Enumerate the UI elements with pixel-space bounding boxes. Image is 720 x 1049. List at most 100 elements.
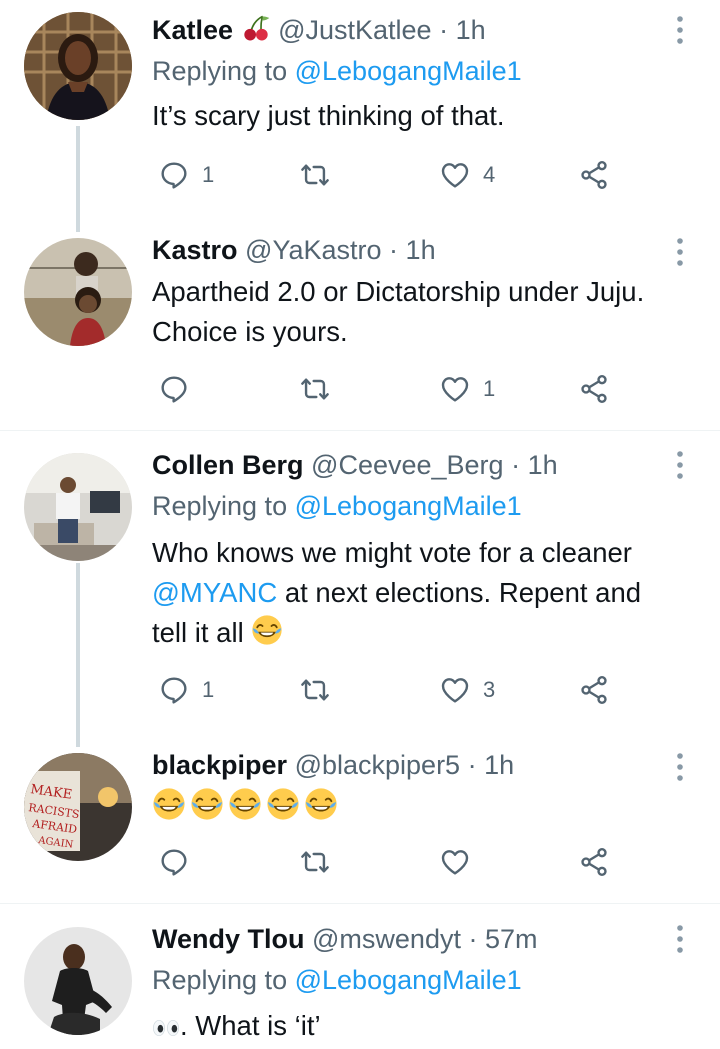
more-icon[interactable]	[664, 921, 696, 957]
separator-dot: ·	[468, 924, 478, 954]
reply-button[interactable]: 1	[158, 155, 214, 195]
tweet-text: Who knows we might vote for a cleaner @M…	[152, 533, 641, 653]
tweet-text-line: Apartheid 2.0 or Dictatorship under Juju…	[152, 276, 645, 307]
more-icon[interactable]	[664, 447, 696, 483]
laughing-emoji	[266, 787, 300, 821]
display-name[interactable]: Collen Berg	[152, 450, 304, 480]
share-icon	[578, 846, 610, 878]
tweet-text-line: tell it all	[152, 613, 641, 653]
replying-to: Replying to @LebogangMaile1	[152, 962, 522, 998]
laughing-emoji	[190, 787, 224, 821]
mention-link[interactable]: @MYANC	[152, 577, 277, 608]
laughing-emoji	[304, 787, 338, 821]
laughing-emoji	[152, 787, 186, 821]
like-button[interactable]: 4	[439, 155, 495, 195]
mention-link[interactable]: @LebogangMaile1	[295, 56, 522, 86]
like-icon	[439, 846, 471, 878]
retweet-button[interactable]	[299, 155, 331, 195]
like-button[interactable]: 3	[439, 670, 495, 710]
share-button[interactable]	[578, 369, 610, 409]
divider	[0, 903, 720, 904]
separator-dot: ·	[467, 750, 477, 780]
eyes-emoji	[152, 1010, 180, 1041]
avatar[interactable]	[24, 238, 132, 346]
like-icon	[439, 373, 471, 405]
mention-link[interactable]: @LebogangMaile1	[295, 965, 522, 995]
tweet-text-fragment: tell it all	[152, 617, 244, 648]
reply-icon	[158, 159, 190, 191]
like-button[interactable]: 1	[439, 369, 495, 409]
cherry-icon	[241, 13, 271, 43]
tweet-text-fragment: at next elections. Repent and	[277, 577, 642, 608]
share-icon	[578, 159, 610, 191]
user-handle[interactable]: @JustKatlee	[278, 15, 431, 45]
retweet-button[interactable]	[299, 842, 331, 882]
timestamp[interactable]: 1h	[528, 450, 558, 480]
laughing-emoji	[228, 787, 262, 821]
retweet-icon	[299, 373, 331, 405]
timestamp[interactable]: 57m	[485, 924, 538, 954]
timestamp[interactable]: 1h	[484, 750, 514, 780]
replying-to-prefix: Replying to	[152, 56, 288, 86]
reply-count: 1	[202, 162, 215, 187]
avatar[interactable]	[24, 453, 132, 561]
reply-button[interactable]	[158, 842, 190, 882]
reply-icon	[158, 373, 190, 405]
reply-button[interactable]	[158, 369, 190, 409]
tweet-header: Collen Berg @Ceevee_Berg · 1h	[152, 447, 558, 483]
user-handle[interactable]: @YaKastro	[245, 235, 381, 265]
tweet-header: Katlee @JustKatlee · 1h	[152, 12, 486, 48]
like-icon	[439, 159, 471, 191]
tweet-text	[152, 787, 338, 828]
avatar[interactable]	[24, 12, 132, 120]
replying-to-prefix: Replying to	[152, 491, 288, 521]
retweet-icon	[299, 674, 331, 706]
reply-button[interactable]: 1	[158, 670, 214, 710]
mention-link[interactable]: @LebogangMaile1	[295, 491, 522, 521]
timestamp[interactable]: 1h	[456, 15, 486, 45]
like-count: 1	[483, 376, 496, 401]
retweet-icon	[299, 159, 331, 191]
retweet-button[interactable]	[299, 369, 331, 409]
tweet-text-line: Who knows we might vote for a cleaner	[152, 537, 632, 568]
share-button[interactable]	[578, 155, 610, 195]
display-name[interactable]: Katlee	[152, 15, 233, 45]
share-button[interactable]	[578, 842, 610, 882]
separator-dot: ·	[511, 450, 521, 480]
share-button[interactable]	[578, 670, 610, 710]
thread-connector-line	[76, 563, 80, 747]
like-count: 4	[483, 162, 496, 187]
timestamp[interactable]: 1h	[406, 235, 436, 265]
retweet-button[interactable]	[299, 670, 331, 710]
tweet-header: blackpiper @blackpiper5 · 1h	[152, 747, 514, 783]
thread-connector-line	[76, 126, 80, 232]
tweet-text-fragment: . What is ‘it’	[180, 1010, 321, 1041]
tweet-header: Kastro @YaKastro · 1h	[152, 232, 436, 268]
like-button[interactable]	[439, 842, 471, 882]
tweet-text-line: @MYANC at next elections. Repent and	[152, 573, 641, 613]
reply-count: 1	[202, 677, 215, 702]
tweet-header: Wendy Tlou @mswendyt · 57m	[152, 921, 538, 957]
display-name[interactable]: Wendy Tlou	[152, 924, 305, 954]
display-name[interactable]: blackpiper	[152, 750, 287, 780]
like-count: 3	[483, 677, 496, 702]
tweet-text: Apartheid 2.0 or Dictatorship under Juju…	[152, 272, 644, 352]
user-handle[interactable]: @Ceevee_Berg	[311, 450, 504, 480]
user-handle[interactable]: @blackpiper5	[295, 750, 461, 780]
more-icon[interactable]	[664, 12, 696, 48]
user-handle[interactable]: @mswendyt	[312, 924, 461, 954]
avatar[interactable]: MAKE RACISTS AFRAID AGAIN	[24, 753, 132, 861]
divider	[0, 430, 720, 431]
share-icon	[578, 373, 610, 405]
display-name[interactable]: Kastro	[152, 235, 238, 265]
like-icon	[439, 674, 471, 706]
reply-icon	[158, 674, 190, 706]
avatar[interactable]	[24, 927, 132, 1035]
replying-to-prefix: Replying to	[152, 965, 288, 995]
more-icon[interactable]	[664, 749, 696, 785]
separator-dot: ·	[389, 235, 399, 265]
tweet-text: . What is ‘it’	[152, 1006, 321, 1046]
share-icon	[578, 674, 610, 706]
replying-to: Replying to @LebogangMaile1	[152, 53, 522, 89]
more-icon[interactable]	[664, 234, 696, 270]
